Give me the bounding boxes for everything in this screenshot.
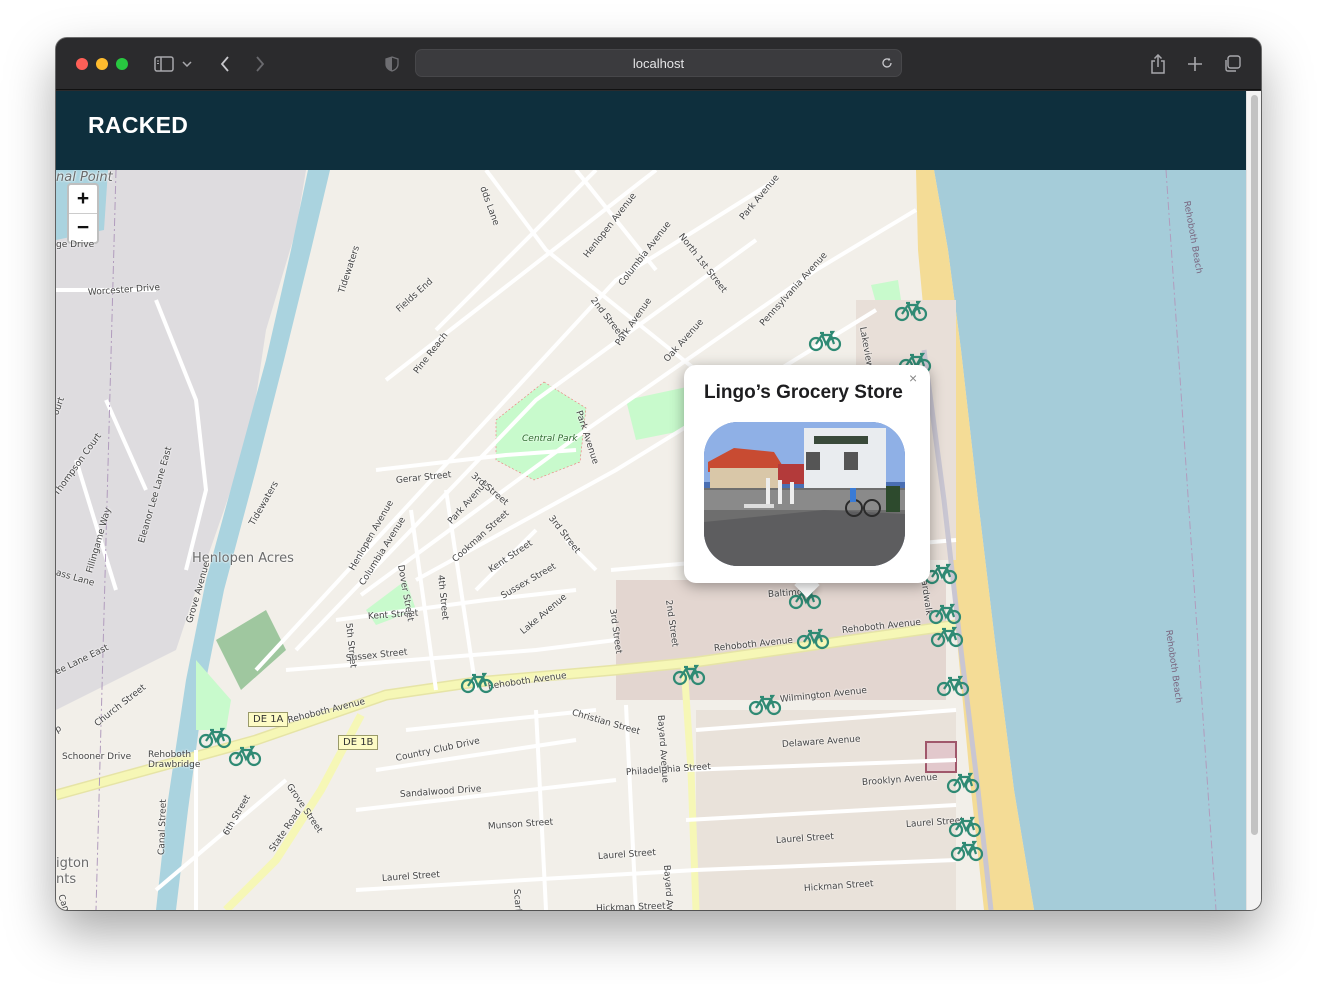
bike-rack-marker[interactable] — [796, 628, 830, 650]
back-icon[interactable] — [213, 52, 237, 76]
chevron-down-icon[interactable] — [180, 52, 194, 76]
route-shield: DE 1A — [248, 712, 289, 727]
zoom-window-button[interactable] — [116, 58, 128, 70]
zoom-in-button[interactable]: + — [69, 185, 97, 214]
sidebar-icon[interactable] — [152, 52, 176, 76]
scrollbar-thumb[interactable] — [1251, 95, 1258, 835]
bike-rack-marker[interactable] — [950, 840, 984, 862]
street-label: Hickman Street — [595, 901, 666, 910]
map[interactable]: + − Henlopen Acres Central Park Rehoboth… — [56, 170, 1246, 910]
zoom-control: + − — [67, 183, 99, 244]
url-text: localhost — [632, 56, 685, 71]
close-icon[interactable]: × — [909, 370, 923, 386]
bike-rack-marker[interactable] — [672, 664, 706, 686]
bike-rack-marker[interactable] — [948, 816, 982, 838]
forward-icon[interactable] — [248, 52, 272, 76]
bike-rack-marker[interactable] — [460, 672, 494, 694]
share-icon[interactable] — [1146, 52, 1170, 76]
place-label: nal Point — [56, 170, 113, 185]
street-label: Canal Street — [157, 799, 169, 856]
place-label: Rehoboth Drawbridge — [148, 750, 201, 770]
app-header: RACKED — [56, 91, 1246, 170]
minimize-window-button[interactable] — [96, 58, 108, 70]
place-label: Central Park — [522, 434, 578, 444]
zoom-out-button[interactable]: − — [69, 214, 97, 243]
street-label: ge Drive — [56, 240, 95, 250]
bike-rack-marker[interactable] — [198, 727, 232, 749]
bike-rack-marker[interactable] — [946, 772, 980, 794]
bike-rack-marker[interactable] — [748, 694, 782, 716]
bike-rack-marker[interactable] — [928, 603, 962, 625]
bike-rack-marker[interactable] — [930, 626, 964, 648]
route-shield: DE 1B — [338, 735, 379, 750]
location-photo — [704, 422, 905, 566]
web-page: RACKED + − Henlopen Acres Central Park R… — [56, 91, 1261, 910]
bike-rack-marker[interactable] — [936, 675, 970, 697]
bike-rack-marker[interactable] — [894, 300, 928, 322]
browser-window: localhost RACKED + − Henlopen Acres Cent… — [56, 38, 1261, 910]
tab-overview-icon[interactable] — [1220, 52, 1244, 76]
new-tab-icon[interactable] — [1183, 52, 1207, 76]
shield-icon — [380, 52, 404, 76]
map-base-layer — [56, 170, 1246, 910]
reload-icon[interactable] — [879, 55, 895, 71]
marker-popup: Lingo’s Grocery Store × — [684, 365, 930, 583]
browser-toolbar: localhost — [56, 38, 1261, 90]
app-title: RACKED — [88, 112, 189, 138]
place-label: nts — [56, 872, 77, 887]
close-window-button[interactable] — [76, 58, 88, 70]
address-bar[interactable]: localhost — [415, 49, 902, 77]
page-scrollbar[interactable] — [1246, 91, 1261, 910]
place-label: igton — [56, 856, 90, 871]
bike-rack-marker[interactable] — [808, 330, 842, 352]
popup-title: Lingo’s Grocery Store — [704, 382, 903, 403]
bike-rack-marker[interactable] — [228, 745, 262, 767]
street-label: Schooner Drive — [62, 752, 132, 762]
